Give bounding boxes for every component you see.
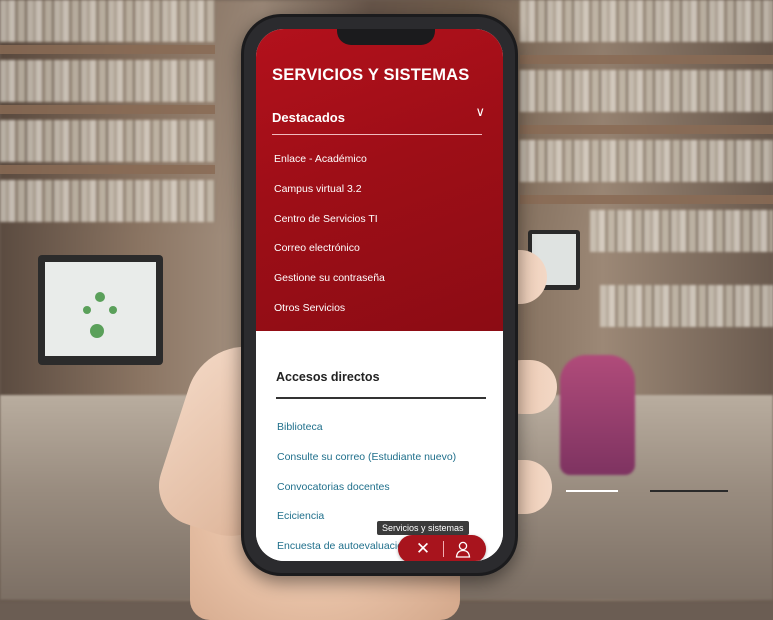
featured-link-centro-servicios-ti[interactable]: Centro de Servicios TI xyxy=(274,211,385,241)
phone-screen: SERVICIOS Y SISTEMAS Destacados ∨ Enlace… xyxy=(256,29,503,561)
bookshelf xyxy=(0,120,215,162)
featured-list: Enlace - Académico Campus virtual 3.2 Ce… xyxy=(274,151,385,330)
bookshelf xyxy=(520,70,773,112)
user-icon[interactable] xyxy=(453,539,473,559)
featured-link-gestione-contrasena[interactable]: Gestione su contraseña xyxy=(274,270,385,300)
bookshelf xyxy=(520,0,773,42)
panel-title: SERVICIOS Y SISTEMAS xyxy=(272,66,470,84)
shelf-board xyxy=(520,55,773,64)
close-icon[interactable]: ✕ xyxy=(412,538,434,560)
featured-link-correo-electronico[interactable]: Correo electrónico xyxy=(274,240,385,270)
shelf-board xyxy=(520,195,773,204)
services-panel: SERVICIOS Y SISTEMAS Destacados ∨ Enlace… xyxy=(256,29,503,331)
bookshelf xyxy=(600,285,773,327)
shortcut-link-biblioteca[interactable]: Biblioteca xyxy=(277,419,456,449)
fab-tooltip: Servicios y sistemas xyxy=(377,521,469,535)
shortcuts-title: Accesos directos xyxy=(276,370,380,384)
phone-notch xyxy=(337,29,435,45)
chevron-down-icon[interactable]: ∨ xyxy=(475,105,485,120)
phone: SERVICIOS Y SISTEMAS Destacados ∨ Enlace… xyxy=(241,14,518,576)
bookshelf xyxy=(590,210,773,252)
shelf-board xyxy=(0,165,215,174)
shelf-board xyxy=(0,105,215,114)
divider xyxy=(272,134,482,135)
bookshelf xyxy=(0,0,215,42)
services-fab[interactable]: ✕ xyxy=(398,535,486,561)
fab-separator xyxy=(443,541,444,557)
featured-section-toggle[interactable]: Destacados ∨ xyxy=(272,105,487,125)
featured-link-otros-servicios[interactable]: Otros Servicios xyxy=(274,300,385,330)
shelf-board xyxy=(520,125,773,134)
bookshelf xyxy=(520,140,773,182)
shortcut-link-convocatorias-docentes[interactable]: Convocatorias docentes xyxy=(277,479,456,509)
shortcut-link-consulte-correo[interactable]: Consulte su correo (Estudiante nuevo) xyxy=(277,449,456,479)
divider xyxy=(276,397,486,399)
desktop-monitor xyxy=(38,255,163,365)
shelf-board xyxy=(0,45,215,54)
bookshelf xyxy=(0,180,215,222)
featured-link-campus-virtual[interactable]: Campus virtual 3.2 xyxy=(274,181,385,211)
decorative-line xyxy=(650,490,728,492)
decorative-line xyxy=(566,490,618,492)
bookshelf xyxy=(0,60,215,102)
backpack xyxy=(560,355,635,475)
featured-link-enlace-academico[interactable]: Enlace - Académico xyxy=(274,151,385,181)
featured-section-label: Destacados xyxy=(272,110,345,125)
